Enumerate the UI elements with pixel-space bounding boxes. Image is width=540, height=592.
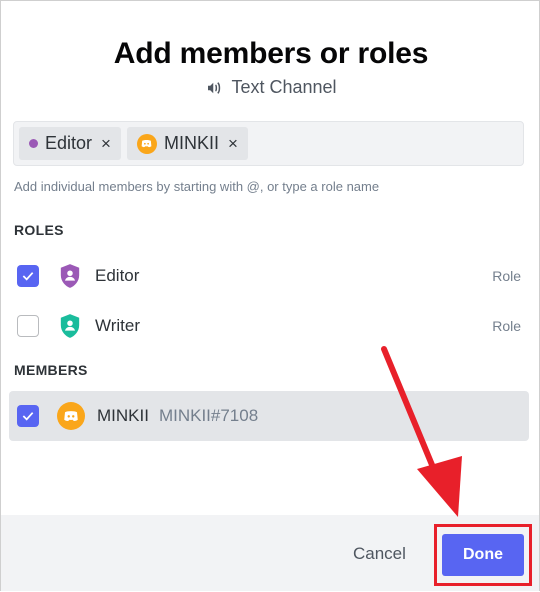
- check-icon: [22, 412, 34, 421]
- member-checkbox[interactable]: [17, 405, 39, 427]
- role-checkbox[interactable]: [17, 315, 39, 337]
- chip-label: MINKII: [163, 133, 219, 153]
- role-tag: Role: [492, 318, 521, 334]
- member-discriminator: MINKII#7108: [158, 406, 259, 425]
- chip-minkii: MINKII ×: [126, 127, 248, 160]
- members-heading: MEMBERS: [14, 362, 88, 378]
- remove-chip-icon[interactable]: ×: [228, 134, 238, 154]
- voice-channel-icon: [208, 81, 221, 94]
- cancel-button[interactable]: Cancel: [353, 544, 406, 564]
- member-name: MINKII: [97, 406, 149, 425]
- check-icon: [22, 272, 34, 281]
- avatar: [136, 133, 157, 154]
- role-row-writer[interactable]: Writer Role: [9, 301, 529, 351]
- role-shield-icon: [60, 264, 80, 288]
- avatar: [57, 402, 85, 430]
- dialog-title: Add members or roles: [113, 37, 429, 70]
- channel-type-label: Text Channel: [231, 77, 337, 97]
- member-row-minkii[interactable]: MINKII MINKII#7108: [9, 391, 529, 441]
- remove-chip-icon[interactable]: ×: [101, 134, 111, 154]
- discord-logo-icon: [142, 139, 152, 148]
- discord-logo-icon: [64, 411, 78, 421]
- role-tag: Role: [492, 268, 521, 284]
- add-members-dialog: Add members or roles Text Channel Editor…: [0, 0, 540, 591]
- member-role-picker[interactable]: Editor × MINKII ×: [13, 121, 524, 166]
- done-button[interactable]: Done: [442, 534, 524, 576]
- roles-heading: ROLES: [14, 222, 64, 238]
- role-color-dot: [29, 139, 38, 148]
- dialog-footer: Cancel Done: [1, 515, 539, 591]
- dialog-subtitle: Text Channel: [1, 77, 540, 98]
- chip-editor: Editor ×: [19, 127, 121, 160]
- role-name: Editor: [95, 266, 140, 285]
- role-name: Writer: [95, 316, 141, 335]
- chip-label: Editor: [45, 133, 93, 153]
- role-row-editor[interactable]: Editor Role: [9, 251, 529, 301]
- role-checkbox[interactable]: [17, 265, 39, 287]
- picker-hint: Add individual members by starting with …: [14, 179, 380, 194]
- role-shield-icon: [60, 314, 80, 338]
